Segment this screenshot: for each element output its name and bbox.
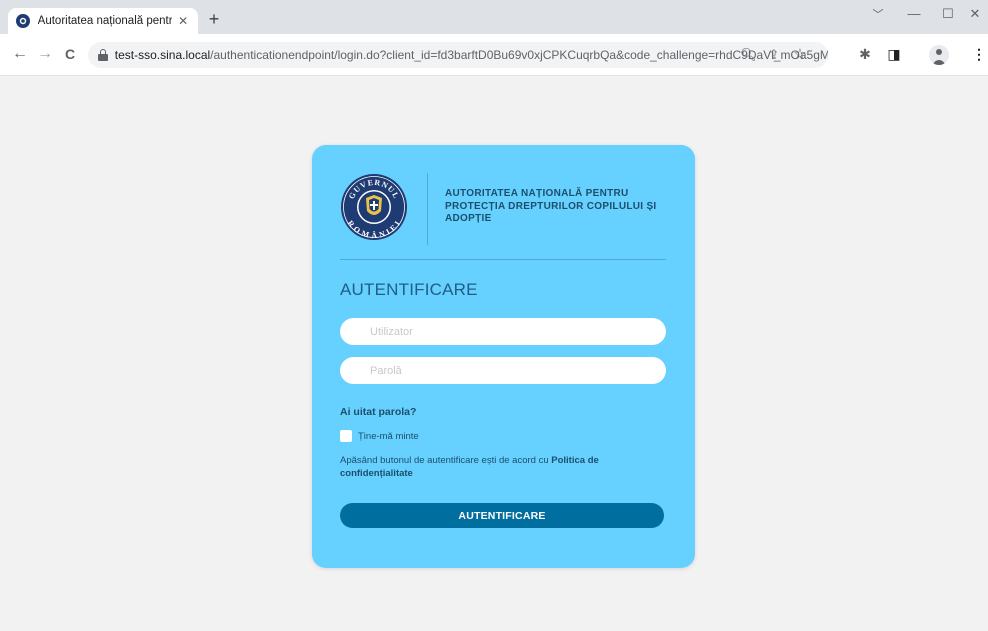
consent-message: Apăsând butonul de autentificare ești de… — [340, 455, 552, 466]
tab-title: Autoritatea națională pentru prot — [37, 15, 173, 27]
url-path: /authenticationendpoint/login.do?client_… — [210, 48, 828, 62]
login-card: GUVERNUL ROMÂNIEI AUTORITATEA NAȚIONALĂ … — [312, 145, 695, 568]
romanian-government-seal-icon: GUVERNUL ROMÂNIEI — [341, 174, 407, 240]
forgot-password-link[interactable]: Ai uitat parola? — [340, 406, 416, 418]
zoom-icon[interactable]: 🔍︎ — [740, 47, 757, 63]
share-icon[interactable]: ⇪ — [766, 47, 782, 63]
browser-menu-icon[interactable]: ⋮ — [972, 45, 986, 63]
login-submit-button[interactable]: AUTENTIFICARE — [340, 503, 664, 528]
header-divider-vertical — [427, 173, 428, 245]
tab-strip: Autoritatea națională pentru prot ✕ + ﹀ … — [0, 0, 988, 34]
minimize-button[interactable]: — — [903, 6, 925, 21]
tab-search-icon[interactable]: ﹀ — [867, 6, 889, 22]
back-button[interactable]: ← — [11, 45, 29, 63]
lock-icon[interactable] — [98, 49, 108, 61]
browser-toolbar: ← → C test-sso.sina.local/authentication… — [0, 34, 988, 76]
side-panel-icon[interactable]: ◨ — [885, 45, 903, 63]
agency-name: AUTORITATEA NAȚIONALĂ PENTRU PROTECȚIA D… — [445, 188, 657, 224]
new-tab-button[interactable]: + — [204, 9, 224, 29]
close-icon[interactable]: ✕ — [176, 14, 190, 28]
close-window-button[interactable]: ✕ — [964, 6, 986, 22]
romanian-government-favicon-icon — [16, 14, 30, 28]
remember-me-row[interactable]: Ține-mă minte — [340, 430, 419, 442]
address-bar[interactable]: test-sso.sina.local/authenticationendpoi… — [88, 42, 828, 68]
profile-avatar-icon[interactable] — [929, 45, 949, 65]
forward-button[interactable]: → — [36, 45, 54, 63]
bookmark-star-icon[interactable]: ☆ — [792, 45, 808, 63]
remember-me-label[interactable]: Ține-mă minte — [358, 431, 419, 442]
maximize-button[interactable]: ☐ — [937, 6, 959, 22]
url-host: test-sso.sina.local — [114, 48, 211, 62]
extensions-puzzle-icon[interactable]: ✱ — [856, 45, 874, 63]
page-title: AUTENTIFICARE — [340, 280, 478, 299]
page-viewport: GUVERNUL ROMÂNIEI AUTORITATEA NAȚIONALĂ … — [0, 76, 988, 631]
header-divider — [340, 259, 666, 260]
consent-text: Apăsând butonul de autentificare ești de… — [340, 454, 660, 480]
password-input[interactable] — [340, 357, 666, 384]
remember-me-checkbox[interactable] — [340, 430, 352, 442]
username-input[interactable] — [340, 318, 666, 345]
url-text: test-sso.sina.local/authenticationendpoi… — [115, 48, 828, 62]
browser-window: Autoritatea națională pentru prot ✕ + ﹀ … — [0, 0, 988, 631]
reload-button[interactable]: C — [61, 45, 79, 63]
browser-tab[interactable]: Autoritatea națională pentru prot ✕ — [8, 8, 198, 34]
